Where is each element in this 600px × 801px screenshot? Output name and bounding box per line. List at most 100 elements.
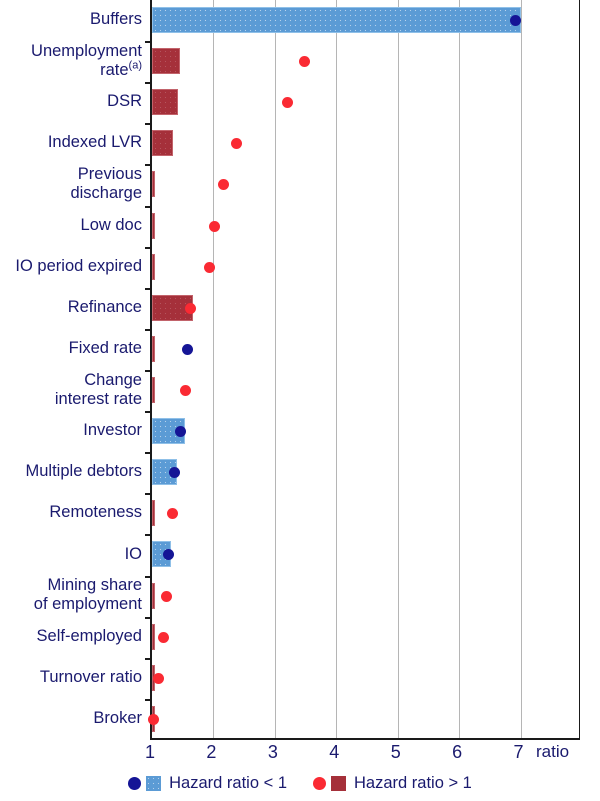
category-label: Buffers: [90, 10, 142, 29]
chart-row: [145, 287, 579, 329]
category-label: Investor: [83, 421, 142, 440]
chart-row: [145, 82, 579, 123]
chart-row: [145, 123, 579, 164]
x-tick-label-6: 6: [452, 742, 463, 762]
bar: [152, 623, 155, 650]
data-point: [204, 261, 216, 273]
category-label: Indexed LVR: [47, 133, 142, 152]
category-label: Refinance: [67, 297, 142, 316]
category-tick: [145, 657, 152, 660]
chart-row: [145, 164, 579, 205]
category-tick: [145, 698, 152, 701]
data-point: [166, 508, 178, 520]
footnote-marker: (a): [128, 59, 142, 72]
bar: [152, 89, 179, 116]
chart-row: [152, 0, 579, 41]
category-tick: [145, 328, 152, 331]
category-label: Self-employed: [36, 626, 142, 645]
category-label: Change interest rate: [54, 370, 142, 408]
x-tick-label-3: 3: [267, 742, 278, 762]
legend-entry: Hazard ratio < 1: [128, 774, 287, 793]
bar: [152, 500, 155, 527]
legend-dot-icon: [313, 777, 326, 790]
data-point: [185, 302, 197, 314]
category-label: Low doc: [80, 215, 142, 234]
x-axis-unit-label: ratio: [536, 742, 570, 761]
category-tick: [145, 575, 152, 578]
legend-entry: Hazard ratio > 1: [313, 774, 472, 793]
category-label: Remoteness: [49, 503, 142, 522]
data-point: [163, 549, 175, 561]
category-label: Previous discharge: [70, 165, 142, 202]
category-tick: [145, 41, 152, 44]
category-axis-labels: Buffers Unemployment rate(a) DSR Indexed LVR…: [0, 0, 146, 740]
chart-row: [145, 411, 579, 452]
x-tick-label-1: 1: [144, 742, 156, 762]
chart-row: [145, 616, 579, 658]
data-point: [161, 590, 173, 602]
category-tick: [145, 493, 152, 496]
chart-row: [145, 493, 579, 534]
bar: [152, 377, 155, 403]
chart-row: [145, 575, 579, 617]
chart-legend: Hazard ratio < 1 Hazard ratio > 1: [0, 774, 600, 793]
category-label: IO: [124, 544, 142, 563]
category-tick: [145, 246, 152, 249]
category-tick: [145, 82, 152, 85]
plot-area: [145, 0, 580, 740]
data-point: [182, 343, 194, 355]
legend-bar-swatch-icon: [331, 776, 346, 791]
data-point: [152, 672, 164, 684]
category-tick: [145, 164, 152, 167]
x-tick-label-2: 2: [206, 742, 217, 762]
data-point: [218, 179, 230, 191]
bar: [152, 582, 155, 609]
category-tick: [145, 534, 152, 537]
chart-row: [145, 205, 579, 247]
category-label: IO period expired: [15, 256, 142, 275]
x-tick-label-7: 7: [513, 742, 524, 762]
category-tick: [145, 123, 152, 126]
data-point: [179, 385, 191, 396]
category-tick: [145, 616, 152, 619]
chart-row: [145, 370, 579, 411]
data-point: [157, 631, 169, 643]
data-point: [208, 220, 220, 232]
chart-row: [145, 328, 579, 370]
chart-row: [145, 698, 579, 740]
chart-row: [145, 41, 579, 82]
bar: [152, 48, 181, 75]
legend-label: Hazard ratio > 1: [354, 774, 472, 792]
legend-label: Hazard ratio < 1: [169, 774, 287, 792]
category-tick: [145, 411, 152, 414]
chart-row: [145, 534, 579, 575]
legend-bar-swatch-icon: [146, 776, 162, 791]
data-point: [168, 467, 180, 479]
chart-row: [145, 657, 579, 699]
data-point: [299, 56, 311, 68]
category-label: Multiple debtors: [25, 462, 142, 481]
category-label: Fixed rate: [68, 338, 142, 357]
category-label: Turnover ratio: [39, 667, 142, 686]
chart-row: [145, 452, 579, 493]
data-point: [148, 713, 160, 725]
category-tick: [145, 452, 152, 455]
data-point: [281, 97, 293, 109]
bar: [152, 171, 155, 198]
bar: [152, 7, 521, 33]
category-label: Unemployment rate(a): [31, 41, 142, 79]
chart-row: [145, 246, 579, 288]
category-tick: [145, 287, 152, 290]
data-point: [231, 138, 243, 150]
hazard-ratio-chart: Buffers Unemployment rate(a) DSR Indexed LVR…: [0, 0, 600, 801]
x-tick-label-5: 5: [390, 742, 401, 762]
category-tick: [145, 370, 152, 372]
category-label: DSR: [107, 92, 142, 111]
bar: [152, 130, 173, 157]
x-tick-label-4: 4: [329, 742, 340, 762]
bar: [152, 253, 155, 280]
category-label: Mining share of employment: [33, 576, 142, 614]
category-tick: [145, 205, 152, 208]
bar: [152, 335, 155, 362]
bar: [152, 212, 155, 239]
